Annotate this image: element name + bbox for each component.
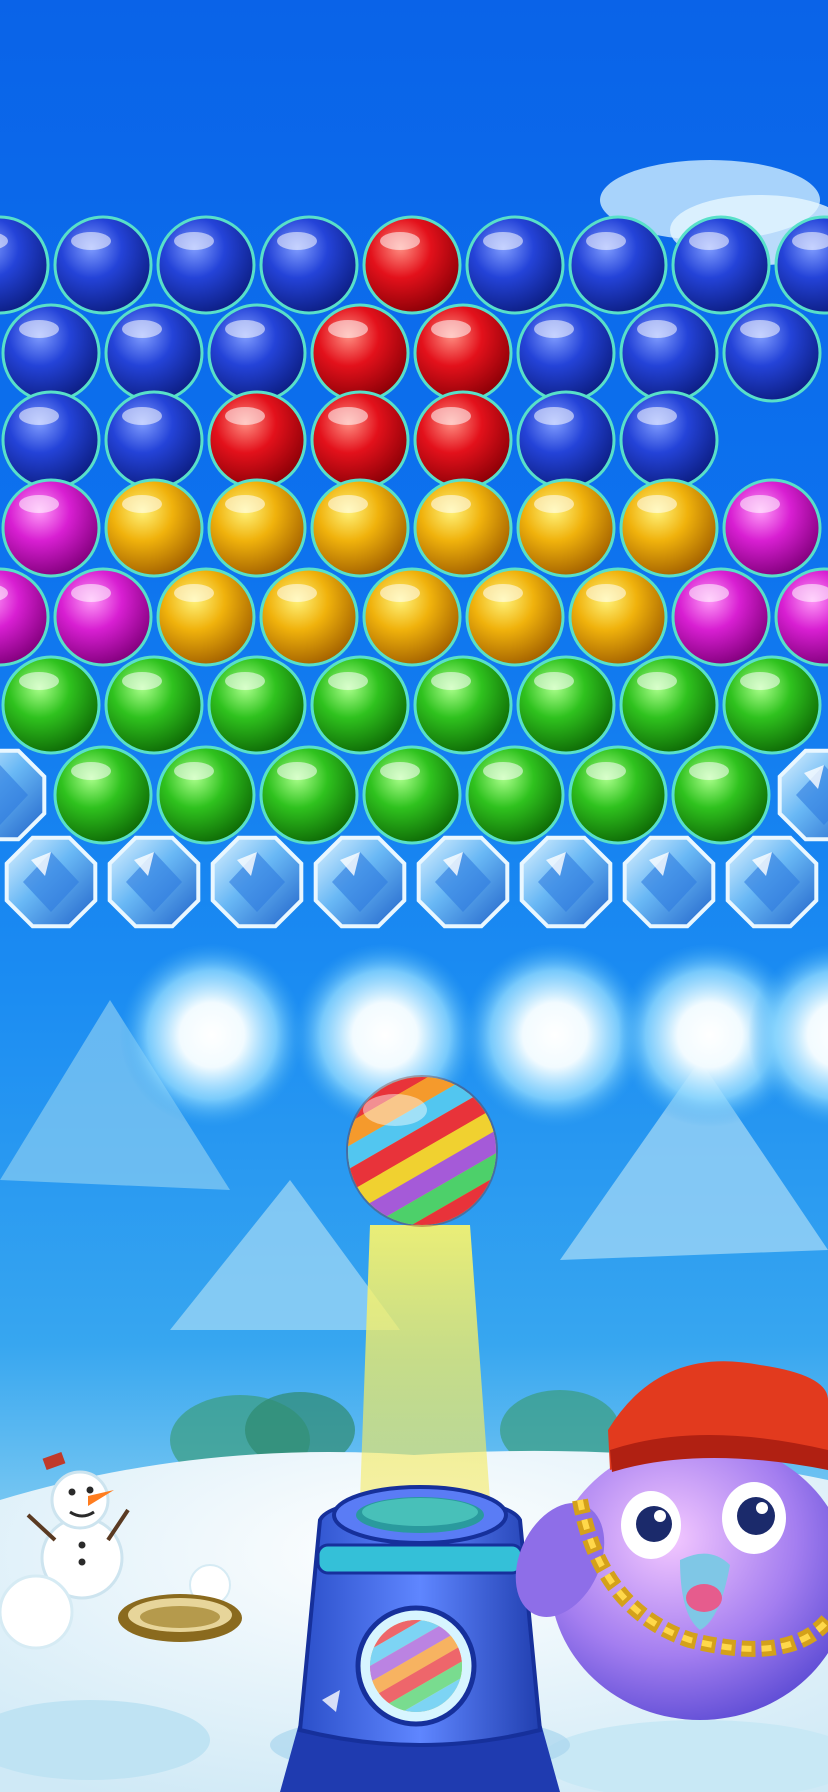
ice-bubble[interactable] [725,835,819,929]
blue-bubble[interactable] [1,303,101,403]
red-bubble[interactable] [207,390,307,490]
red-bubble[interactable] [362,215,462,315]
blue-bubble[interactable] [619,390,719,490]
yellow-bubble[interactable] [104,478,204,578]
blue-bubble[interactable] [259,215,359,315]
magenta-bubble[interactable] [774,567,828,667]
blue-bubble[interactable] [619,303,719,403]
yellow-bubble[interactable] [516,478,616,578]
yellow-bubble[interactable] [259,567,359,667]
magenta-bubble[interactable] [53,567,153,667]
yellow-bubble[interactable] [568,567,668,667]
bubble-grid [0,215,828,929]
blue-bubble[interactable] [53,215,153,315]
ice-bubble[interactable] [4,835,98,929]
frozen-burst [120,943,304,1127]
blue-bubble[interactable] [207,303,307,403]
green-bubble[interactable] [722,655,822,755]
magenta-bubble[interactable] [722,478,822,578]
green-bubble[interactable] [310,655,410,755]
green-bubble[interactable] [1,655,101,755]
yellow-bubble[interactable] [310,478,410,578]
red-bubble[interactable] [310,303,410,403]
green-bubble[interactable] [619,655,719,755]
blue-bubble[interactable] [722,303,822,403]
blue-bubble[interactable] [0,215,50,315]
ice-bubble[interactable] [622,835,716,929]
aim-beam [360,1225,490,1500]
green-bubble[interactable] [568,745,668,845]
blue-bubble[interactable] [516,390,616,490]
bubble-cannon[interactable] [280,1485,560,1792]
green-bubble[interactable] [516,655,616,755]
magenta-bubble[interactable] [0,567,50,667]
blue-bubble[interactable] [104,303,204,403]
ice-bubble[interactable] [519,835,613,929]
ice-bubble[interactable] [210,835,304,929]
red-bubble[interactable] [413,390,513,490]
green-bubble[interactable] [156,745,256,845]
game-scene[interactable] [0,0,828,1792]
ice-bubble[interactable] [416,835,510,929]
red-bubble[interactable] [413,303,513,403]
magenta-bubble[interactable] [671,567,771,667]
yellow-bubble[interactable] [465,567,565,667]
green-bubble[interactable] [413,655,513,755]
ice-bubble[interactable] [107,835,201,929]
yellow-bubble[interactable] [619,478,719,578]
blue-bubble[interactable] [104,390,204,490]
blue-bubble[interactable] [568,215,668,315]
blue-bubble[interactable] [156,215,256,315]
red-bubble[interactable] [310,390,410,490]
green-bubble[interactable] [207,655,307,755]
green-bubble[interactable] [259,745,359,845]
blue-bubble[interactable] [1,390,101,490]
green-bubble[interactable] [465,745,565,845]
yellow-bubble[interactable] [362,567,462,667]
ice-bubble[interactable] [777,748,828,842]
magenta-bubble[interactable] [1,478,101,578]
yellow-bubble[interactable] [156,567,256,667]
blue-bubble[interactable] [516,303,616,403]
green-bubble[interactable] [671,745,771,845]
blue-bubble[interactable] [465,215,565,315]
green-bubble[interactable] [53,745,153,845]
ice-bubble[interactable] [0,748,47,842]
ice-bubble[interactable] [313,835,407,929]
green-bubble[interactable] [362,745,462,845]
blue-bubble[interactable] [671,215,771,315]
yellow-bubble[interactable] [207,478,307,578]
green-bubble[interactable] [104,655,204,755]
yellow-bubble[interactable] [413,478,513,578]
